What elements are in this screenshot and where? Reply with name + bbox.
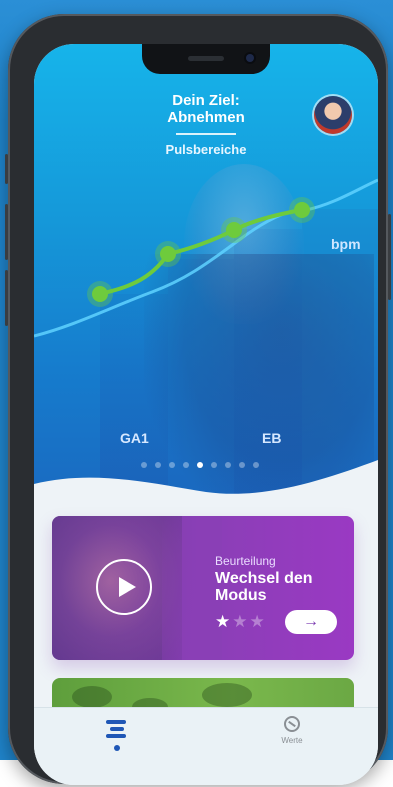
card-photo-fade (162, 516, 222, 660)
card-kicker: Beurteilung (215, 554, 276, 568)
carousel-dot[interactable] (141, 462, 147, 468)
star-icon: ★ (249, 612, 265, 631)
tab-home[interactable] (106, 720, 126, 752)
tab-bar: Werte (34, 707, 378, 785)
volume-down-button (5, 270, 8, 326)
zone-label-ga1: GA1 (120, 430, 149, 446)
leaf-shape (72, 686, 112, 708)
active-indicator (114, 745, 120, 751)
user-avatar[interactable] (314, 96, 352, 134)
mute-switch (5, 154, 8, 184)
chart-point (294, 202, 310, 218)
zone-bar-1 (100, 294, 168, 509)
card-title: Wechsel den Modus (215, 570, 313, 604)
hero-section: Dein Ziel: Abnehmen Pulsbereiche bpm GA1… (34, 44, 378, 509)
zone-label-eb: EB (262, 430, 282, 446)
notch (142, 44, 270, 74)
zone-bar-2 (168, 259, 234, 509)
screen: Dein Ziel: Abnehmen Pulsbereiche bpm GA1… (34, 44, 378, 785)
rating-stars: ★ ★ ★ (215, 613, 265, 630)
carousel-dot[interactable] (183, 462, 189, 468)
power-button (388, 214, 391, 300)
star-icon: ★ (232, 612, 248, 631)
goal-divider (176, 133, 236, 135)
mode-card[interactable]: Beurteilung Wechsel den Modus ★ ★ ★ → (52, 516, 354, 660)
unit-label: bpm (331, 236, 361, 252)
leaf-shape (202, 683, 252, 707)
section-title: Pulsbereiche (165, 142, 247, 157)
chart-point (226, 222, 242, 238)
play-button[interactable] (96, 559, 152, 615)
phone-frame: Dein Ziel: Abnehmen Pulsbereiche bpm GA1… (5, 14, 391, 785)
carousel-dots (141, 462, 259, 468)
tab-werte[interactable]: Werte (262, 716, 322, 745)
arrow-right-icon: → (303, 613, 319, 630)
star-icon: ★ (215, 612, 231, 631)
camera (246, 54, 254, 62)
tab-werte-label: Werte (281, 736, 303, 745)
volume-up-button (5, 204, 8, 260)
home-bars-icon (106, 734, 126, 738)
home-bars-icon (106, 720, 126, 724)
carousel-dot[interactable] (253, 462, 259, 468)
carousel-dot[interactable] (225, 462, 231, 468)
ball-icon (284, 716, 300, 732)
chart-point (92, 286, 108, 302)
card-next-button[interactable]: → (285, 610, 337, 634)
home-bars-icon (110, 727, 124, 731)
carousel-dot[interactable] (155, 462, 161, 468)
play-icon (119, 577, 136, 597)
chart-point (160, 246, 176, 262)
carousel-dot[interactable] (239, 462, 245, 468)
carousel-dot[interactable] (169, 462, 175, 468)
carousel-dot[interactable] (197, 462, 203, 468)
carousel-dot[interactable] (211, 462, 217, 468)
speaker (188, 56, 224, 61)
zone-bar-4 (302, 209, 378, 509)
